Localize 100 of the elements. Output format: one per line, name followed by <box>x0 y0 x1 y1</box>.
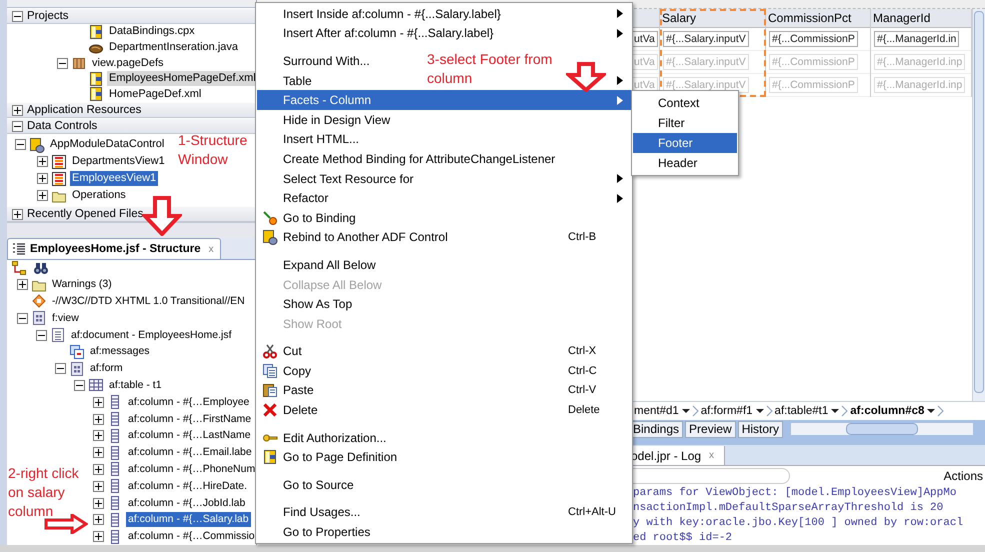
menu-item[interactable]: Insert HTML... <box>283 132 360 146</box>
menu-item[interactable]: Footer <box>633 133 737 153</box>
tree-item[interactable]: af:column - #{…JobId.lab <box>126 496 248 511</box>
tree-item[interactable]: af:document - EmployeesHome.jsf <box>69 328 234 343</box>
expand-icon[interactable] <box>12 104 23 116</box>
tree-toggle[interactable] <box>36 330 47 341</box>
menu-item[interactable]: Go to Page Definition <box>283 450 398 464</box>
tree-toggle[interactable] <box>37 190 48 202</box>
menu-item[interactable]: Hide in Design View <box>283 112 390 127</box>
tree-toggle[interactable] <box>57 58 68 69</box>
editor-tab[interactable]: History <box>738 420 784 438</box>
hierarchy-icon[interactable] <box>11 260 27 276</box>
tree-item[interactable]: af:column - #{…Commissio <box>126 529 256 544</box>
menu-item[interactable]: Copy <box>283 364 312 378</box>
menu-item[interactable]: Table <box>283 74 312 88</box>
close-button[interactable]: x <box>208 244 214 255</box>
menu-item[interactable]: Insert Inside af:column - #{...Salary.label} <box>283 6 501 21</box>
menu-item[interactable]: Go to Properties <box>283 525 370 540</box>
binoculars-icon[interactable] <box>33 260 49 276</box>
menu-item[interactable]: Edit Authorization... <box>283 430 386 445</box>
menu-item[interactable]: Select Text Resource for <box>283 172 414 186</box>
menu-item[interactable]: Surround With... <box>283 54 370 68</box>
annotation-text: 3-select Footer from column <box>427 50 554 88</box>
tree-toggle[interactable] <box>37 156 48 168</box>
menu-item[interactable]: Expand All Below <box>283 258 376 272</box>
tree-toggle[interactable] <box>55 363 66 374</box>
tree-item[interactable]: view.pageDefs <box>90 56 166 71</box>
tree-toggle[interactable] <box>93 531 104 542</box>
tree-item[interactable]: DepartmentInseration.java <box>107 40 240 55</box>
menu-item[interactable]: Delete <box>283 403 318 418</box>
menu-item[interactable]: Refactor <box>283 191 328 206</box>
tree-toggle[interactable] <box>93 480 104 492</box>
tree-item[interactable]: DepartmentsView1 <box>70 154 167 170</box>
panel-header[interactable]: Application Resources <box>7 102 256 118</box>
tree-item[interactable]: af:column - #{…PhoneNum <box>126 462 256 477</box>
tree-item[interactable]: Operations <box>70 188 128 204</box>
caret-icon[interactable] <box>680 405 699 417</box>
tree-item[interactable]: af:form <box>88 361 125 376</box>
tree-item[interactable]: af:messages <box>88 344 152 360</box>
tree-item[interactable]: EmployeesView1 <box>70 171 158 186</box>
tree-item[interactable]: DataBindings.cpx <box>107 24 197 40</box>
caret-icon[interactable] <box>926 405 944 417</box>
tree-toggle[interactable] <box>37 173 48 184</box>
breadcrumb-item[interactable]: af:column#c8 <box>850 405 924 417</box>
tree-item[interactable]: af:column - #{…FirstName <box>126 412 254 427</box>
tree-item[interactable]: af:column - #{…Salary.lab <box>126 512 251 528</box>
panel-header[interactable]: Data Controls <box>7 118 256 134</box>
collapse-icon[interactable] <box>12 10 23 22</box>
tree-toggle[interactable] <box>93 396 104 408</box>
scrollbar[interactable] <box>972 9 985 401</box>
tree-toggle[interactable] <box>93 464 104 475</box>
menu-item[interactable]: Cut <box>283 344 302 358</box>
column-header[interactable]: ManagerId <box>871 9 971 28</box>
expand-icon[interactable] <box>12 208 23 220</box>
menu-item[interactable]: Go to Source <box>283 478 354 492</box>
package-icon <box>71 55 87 72</box>
tree-item[interactable]: af:column - #{…Employee <box>126 394 252 410</box>
tree-toggle[interactable] <box>17 279 28 290</box>
breadcrumb-item[interactable]: af:form#f1 <box>700 405 753 417</box>
tree-toggle[interactable] <box>17 312 28 324</box>
collapse-icon[interactable] <box>12 120 23 132</box>
tree-item[interactable]: AppModuleDataControl <box>48 137 166 152</box>
panel-header[interactable]: Projects <box>7 8 256 24</box>
menu-item[interactable]: Facets - Column <box>257 90 631 110</box>
tree-item[interactable]: f:view <box>50 310 81 326</box>
tree-item[interactable]: af:column - #{…HireDate. <box>126 478 250 494</box>
tree-item[interactable]: af:table - t1 <box>107 378 164 393</box>
tree-item[interactable]: HomePageDef.xml <box>107 86 204 102</box>
caret-icon[interactable] <box>830 405 848 417</box>
tree-toggle[interactable] <box>93 514 104 526</box>
column-header[interactable]: Salary <box>660 9 765 28</box>
tree-item[interactable]: EmployeesHomePageDef.xml <box>107 71 256 86</box>
tree-toggle[interactable] <box>15 139 26 150</box>
caret-icon[interactable] <box>754 405 773 417</box>
tree-item[interactable]: af:column - #{…Email.labe <box>126 445 254 460</box>
actions-menu[interactable]: Actions <box>944 469 983 483</box>
tree-toggle[interactable] <box>74 380 85 391</box>
menu-item[interactable]: Go to Binding <box>283 210 356 225</box>
breadcrumb-item[interactable]: af:table#t1 <box>774 405 828 417</box>
menu-item[interactable]: Find Usages... <box>283 505 360 520</box>
tree-toggle[interactable] <box>93 447 104 458</box>
structure-tab[interactable]: EmployeesHome.jsf - Structure x <box>7 238 221 260</box>
menu-item[interactable]: Filter <box>633 113 737 133</box>
tree-toggle[interactable] <box>93 498 104 509</box>
tree-item[interactable]: af:column - #{…LastName <box>126 428 253 444</box>
menu-item[interactable]: Show As Top <box>283 297 352 312</box>
menu-item[interactable]: Header <box>633 153 737 173</box>
column-header[interactable]: CommissionPct <box>766 9 870 28</box>
editor-tab[interactable]: Preview <box>685 420 736 438</box>
tree-toggle[interactable] <box>93 430 104 442</box>
tree-item[interactable]: Warnings (3) <box>50 277 114 292</box>
tree-item[interactable]: -//W3C//DTD XHTML 1.0 Transitional//EN <box>50 294 247 309</box>
tree-toggle[interactable] <box>93 414 104 425</box>
menu-item[interactable]: Rebind to Another ADF Control <box>283 230 448 244</box>
menu-item[interactable]: Insert After af:column - #{...Salary.label} <box>283 26 494 40</box>
menu-item[interactable]: Create Method Binding for AttributeChangeListener <box>283 152 556 166</box>
menu-item[interactable]: Paste <box>283 383 314 398</box>
close-button[interactable]: x <box>709 450 714 461</box>
breadcrumb-item[interactable]: ment#d1 <box>634 405 679 417</box>
scrollbar[interactable] <box>791 423 973 435</box>
